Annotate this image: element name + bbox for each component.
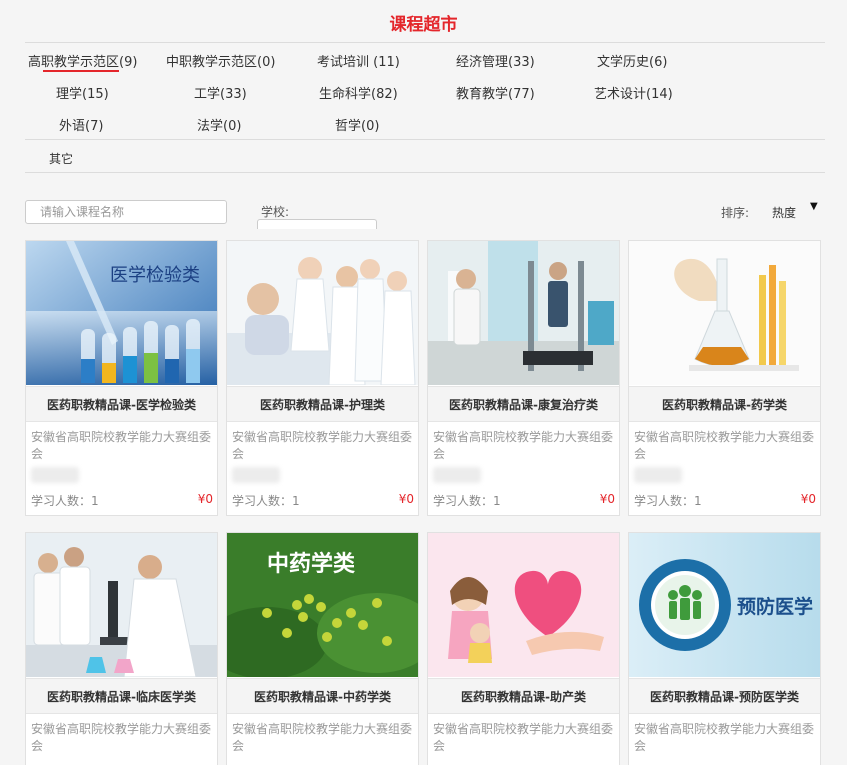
active-category-underline: [43, 70, 119, 72]
course-card[interactable]: 中药学类 医药职教精品课-中药学类 安徽省高职院校教学能力大赛组委会: [226, 532, 419, 765]
category-other[interactable]: 其它: [49, 150, 73, 167]
category-foreign-lang[interactable]: 外语(7): [59, 115, 103, 134]
nurses-patient-image: [227, 241, 418, 385]
category-life-science[interactable]: 生命科学(82): [319, 83, 398, 102]
learner-count: 学习人数：1: [232, 494, 300, 508]
course-org: 安徽省高职院校教学能力大赛组委会: [232, 722, 413, 753]
category-art-design[interactable]: 艺术设计(14): [594, 83, 673, 102]
course-title[interactable]: 医药职教精品课-护理类: [227, 386, 418, 422]
course-card[interactable]: 医药职教精品课-药学类 安徽省高职院校教学能力大赛组委会 学习人数：1 ¥0: [628, 240, 821, 516]
category-philosophy[interactable]: 哲学(0): [335, 115, 379, 134]
course-org: 安徽省高职院校教学能力大赛组委会: [232, 430, 413, 461]
image-caption: 预防医学: [737, 595, 813, 618]
learner-count: 学习人数：1: [433, 494, 501, 508]
category-exam-training[interactable]: 考试培训 (11): [317, 51, 400, 70]
page-title: 课程超市: [389, 15, 458, 35]
course-card[interactable]: 医药职教精品课-助产类 安徽省高职院校教学能力大赛组委会: [427, 532, 620, 765]
course-title[interactable]: 医药职教精品课-临床医学类: [26, 678, 217, 714]
course-title[interactable]: 医药职教精品课-助产类: [428, 678, 619, 714]
course-title[interactable]: 医药职教精品课-康复治疗类: [428, 386, 619, 422]
course-title[interactable]: 医药职教精品课-中药学类: [227, 678, 418, 714]
learner-count: 学习人数：1: [31, 494, 99, 508]
course-org: 安徽省高职院校教学能力大赛组委会: [433, 722, 614, 753]
category-economics[interactable]: 经济管理(33): [456, 51, 535, 70]
blurred-text: [31, 467, 79, 483]
category-science[interactable]: 理学(15): [56, 83, 109, 102]
course-search-input[interactable]: [25, 200, 227, 224]
category-higher-voc[interactable]: 高职教学示范区(9): [28, 51, 137, 70]
caret-down-icon[interactable]: ▼: [810, 201, 818, 212]
sort-select[interactable]: 热度: [772, 204, 796, 221]
course-org: 安徽省高职院校教学能力大赛组委会: [433, 430, 614, 461]
school-select[interactable]: [257, 219, 377, 229]
course-org: 安徽省高职院校教学能力大赛组委会: [634, 430, 815, 461]
price: ¥0: [800, 492, 816, 506]
category-engineering[interactable]: 工学(33): [194, 83, 247, 102]
course-card[interactable]: 医药职教精品课-康复治疗类 安徽省高职院校教学能力大赛组委会 学习人数：1 ¥0: [427, 240, 620, 516]
school-label: 学校:: [261, 205, 290, 219]
flask-image: [629, 241, 820, 385]
blurred-text: [232, 467, 280, 483]
learner-count: 学习人数：1: [634, 494, 702, 508]
course-org: 安徽省高职院校教学能力大赛组委会: [634, 722, 815, 753]
category-secondary-voc[interactable]: 中职教学示范区(0): [166, 51, 275, 70]
rehab-room-image: [428, 241, 619, 385]
prevention-seal-image: 预防医学: [629, 533, 820, 677]
divider: [25, 42, 825, 43]
course-card[interactable]: 医学检验类 医药职教精品课-医学检验类 安徽省高职院校教学能力大赛组委会 学习人…: [25, 240, 218, 516]
image-caption: 中药学类: [267, 551, 356, 577]
price: ¥0: [197, 492, 213, 506]
category-law[interactable]: 法学(0): [197, 115, 241, 134]
course-title[interactable]: 医药职教精品课-预防医学类: [629, 678, 820, 714]
price: ¥0: [599, 492, 615, 506]
test-tubes-image: 医学检验类: [26, 241, 217, 385]
course-org: 安徽省高职院校教学能力大赛组委会: [31, 430, 212, 461]
course-title[interactable]: 医药职教精品课-医学检验类: [26, 386, 217, 422]
divider: [25, 172, 825, 173]
category-literature-history[interactable]: 文学历史(6): [597, 51, 667, 70]
price: ¥0: [398, 492, 414, 506]
herb-plant-image: 中药学类: [227, 533, 418, 677]
sort-label: 排序:: [721, 206, 750, 220]
course-card[interactable]: 预防医学 医药职教精品课-预防医学类 安徽省高职院校教学能力大赛组委会: [628, 532, 821, 765]
category-education[interactable]: 教育教学(77): [456, 83, 535, 102]
course-title[interactable]: 医药职教精品课-药学类: [629, 386, 820, 422]
course-card[interactable]: 医药职教精品课-临床医学类 安徽省高职院校教学能力大赛组委会: [25, 532, 218, 765]
blurred-text: [634, 467, 682, 483]
course-card[interactable]: 医药职教精品课-护理类 安徽省高职院校教学能力大赛组委会 学习人数：1 ¥0: [226, 240, 419, 516]
image-caption: 医学检验类: [110, 265, 200, 286]
mother-heart-image: [428, 533, 619, 677]
course-org: 安徽省高职院校教学能力大赛组委会: [31, 722, 212, 753]
microscope-lab-image: [26, 533, 217, 677]
blurred-text: [433, 467, 481, 483]
divider: [25, 139, 825, 140]
